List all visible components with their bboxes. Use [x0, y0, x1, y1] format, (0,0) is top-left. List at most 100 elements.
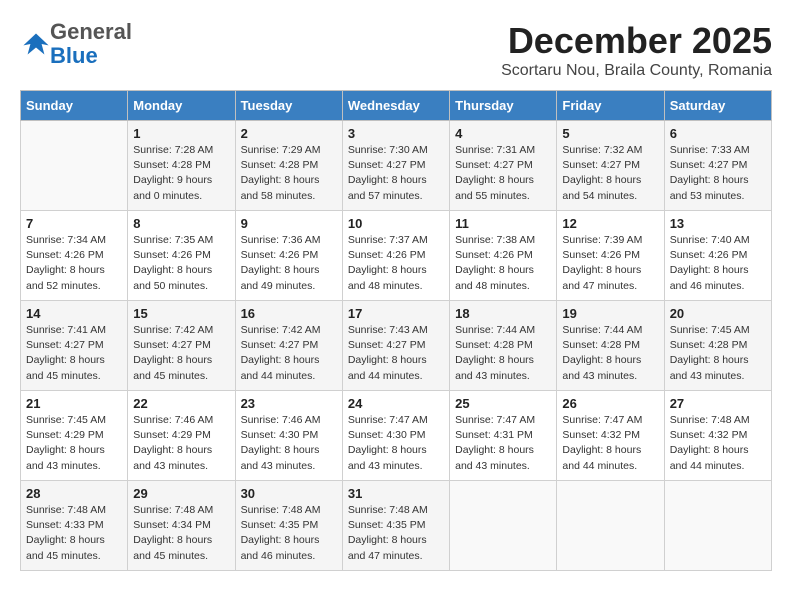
day-info: Sunrise: 7:39 AMSunset: 4:26 PMDaylight:…: [562, 233, 658, 294]
calendar-table: SundayMondayTuesdayWednesdayThursdayFrid…: [20, 90, 772, 571]
day-info: Sunrise: 7:45 AMSunset: 4:29 PMDaylight:…: [26, 413, 122, 474]
calendar-cell: [557, 481, 664, 571]
day-info: Sunrise: 7:48 AMSunset: 4:32 PMDaylight:…: [670, 413, 766, 474]
day-info: Sunrise: 7:47 AMSunset: 4:32 PMDaylight:…: [562, 413, 658, 474]
calendar-cell: 29Sunrise: 7:48 AMSunset: 4:34 PMDayligh…: [128, 481, 235, 571]
day-number: 9: [241, 216, 337, 231]
day-number: 4: [455, 126, 551, 141]
week-row-4: 21 Sunrise: 7:45 AMSunset: 4:29 PMDayligh…: [21, 391, 772, 481]
calendar-cell: 8 Sunrise: 7:35 AMSunset: 4:26 PMDaylight…: [128, 211, 235, 301]
week-row-1: 1 Sunrise: 7:28 AMSunset: 4:28 PMDaylight…: [21, 121, 772, 211]
weekday-header-monday: Monday: [128, 91, 235, 121]
logo-general-text: General: [50, 19, 132, 44]
day-number: 27: [670, 396, 766, 411]
day-info: Sunrise: 7:47 AMSunset: 4:31 PMDaylight:…: [455, 413, 551, 474]
week-row-5: 28Sunrise: 7:48 AMSunset: 4:33 PMDayligh…: [21, 481, 772, 571]
day-info: Sunrise: 7:35 AMSunset: 4:26 PMDaylight:…: [133, 233, 229, 294]
calendar-cell: 14 Sunrise: 7:41 AMSunset: 4:27 PMDayligh…: [21, 301, 128, 391]
day-number: 16: [241, 306, 337, 321]
calendar-cell: 12 Sunrise: 7:39 AMSunset: 4:26 PMDayligh…: [557, 211, 664, 301]
logo-bird-icon: [22, 30, 50, 58]
day-info: Sunrise: 7:44 AMSunset: 4:28 PMDaylight:…: [562, 323, 658, 384]
calendar-cell: 28Sunrise: 7:48 AMSunset: 4:33 PMDayligh…: [21, 481, 128, 571]
day-number: 18: [455, 306, 551, 321]
day-info: Sunrise: 7:36 AMSunset: 4:26 PMDaylight:…: [241, 233, 337, 294]
day-number: 3: [348, 126, 444, 141]
day-info: Sunrise: 7:47 AMSunset: 4:30 PMDaylight:…: [348, 413, 444, 474]
location-title: Scortaru Nou, Braila County, Romania: [501, 62, 772, 80]
day-info: Sunrise: 7:43 AMSunset: 4:27 PMDaylight:…: [348, 323, 444, 384]
day-info: Sunrise: 7:48 AMSunset: 4:35 PMDaylight:…: [348, 503, 444, 564]
day-number: 30: [241, 486, 337, 501]
page-header: General Blue December 2025 Scortaru Nou,…: [20, 20, 772, 80]
day-info: Sunrise: 7:34 AMSunset: 4:26 PMDaylight:…: [26, 233, 122, 294]
calendar-cell: 23 Sunrise: 7:46 AMSunset: 4:30 PMDayligh…: [235, 391, 342, 481]
day-info: Sunrise: 7:29 AMSunset: 4:28 PMDaylight:…: [241, 143, 337, 204]
weekday-header-saturday: Saturday: [664, 91, 771, 121]
calendar-cell: 26 Sunrise: 7:47 AMSunset: 4:32 PMDayligh…: [557, 391, 664, 481]
day-info: Sunrise: 7:41 AMSunset: 4:27 PMDaylight:…: [26, 323, 122, 384]
weekday-header-row: SundayMondayTuesdayWednesdayThursdayFrid…: [21, 91, 772, 121]
day-info: Sunrise: 7:40 AMSunset: 4:26 PMDaylight:…: [670, 233, 766, 294]
day-number: 10: [348, 216, 444, 231]
day-info: Sunrise: 7:31 AMSunset: 4:27 PMDaylight:…: [455, 143, 551, 204]
title-block: December 2025 Scortaru Nou, Braila Count…: [501, 20, 772, 80]
day-number: 24: [348, 396, 444, 411]
day-number: 28: [26, 486, 122, 501]
day-number: 8: [133, 216, 229, 231]
day-number: 2: [241, 126, 337, 141]
day-info: Sunrise: 7:33 AMSunset: 4:27 PMDaylight:…: [670, 143, 766, 204]
calendar-cell: 21 Sunrise: 7:45 AMSunset: 4:29 PMDayligh…: [21, 391, 128, 481]
day-number: 7: [26, 216, 122, 231]
calendar-cell: 5Sunrise: 7:32 AMSunset: 4:27 PMDaylight…: [557, 121, 664, 211]
calendar-cell: 10 Sunrise: 7:37 AMSunset: 4:26 PMDayligh…: [342, 211, 449, 301]
calendar-cell: 30 Sunrise: 7:48 AMSunset: 4:35 PMDayligh…: [235, 481, 342, 571]
day-number: 12: [562, 216, 658, 231]
day-info: Sunrise: 7:38 AMSunset: 4:26 PMDaylight:…: [455, 233, 551, 294]
week-row-3: 14 Sunrise: 7:41 AMSunset: 4:27 PMDayligh…: [21, 301, 772, 391]
weekday-header-tuesday: Tuesday: [235, 91, 342, 121]
logo-blue-text: Blue: [50, 43, 98, 68]
calendar-cell: 4 Sunrise: 7:31 AMSunset: 4:27 PMDaylight…: [450, 121, 557, 211]
calendar-cell: [664, 481, 771, 571]
calendar-cell: 11Sunrise: 7:38 AMSunset: 4:26 PMDayligh…: [450, 211, 557, 301]
calendar-cell: 31 Sunrise: 7:48 AMSunset: 4:35 PMDayligh…: [342, 481, 449, 571]
calendar-cell: 25 Sunrise: 7:47 AMSunset: 4:31 PMDayligh…: [450, 391, 557, 481]
month-title: December 2025: [501, 20, 772, 62]
day-info: Sunrise: 7:44 AMSunset: 4:28 PMDaylight:…: [455, 323, 551, 384]
day-number: 25: [455, 396, 551, 411]
calendar-cell: 3 Sunrise: 7:30 AMSunset: 4:27 PMDaylight…: [342, 121, 449, 211]
calendar-cell: 13Sunrise: 7:40 AMSunset: 4:26 PMDayligh…: [664, 211, 771, 301]
day-number: 29: [133, 486, 229, 501]
day-info: Sunrise: 7:28 AMSunset: 4:28 PMDaylight:…: [133, 143, 229, 204]
day-number: 26: [562, 396, 658, 411]
calendar-cell: 9 Sunrise: 7:36 AMSunset: 4:26 PMDaylight…: [235, 211, 342, 301]
calendar-cell: 2 Sunrise: 7:29 AMSunset: 4:28 PMDaylight…: [235, 121, 342, 211]
calendar-cell: [450, 481, 557, 571]
day-number: 15: [133, 306, 229, 321]
calendar-cell: [21, 121, 128, 211]
day-number: 1: [133, 126, 229, 141]
calendar-cell: 27 Sunrise: 7:48 AMSunset: 4:32 PMDayligh…: [664, 391, 771, 481]
day-info: Sunrise: 7:42 AMSunset: 4:27 PMDaylight:…: [133, 323, 229, 384]
calendar-cell: 15 Sunrise: 7:42 AMSunset: 4:27 PMDayligh…: [128, 301, 235, 391]
day-number: 22: [133, 396, 229, 411]
day-number: 17: [348, 306, 444, 321]
day-info: Sunrise: 7:45 AMSunset: 4:28 PMDaylight:…: [670, 323, 766, 384]
day-number: 23: [241, 396, 337, 411]
day-number: 6: [670, 126, 766, 141]
day-info: Sunrise: 7:46 AMSunset: 4:29 PMDaylight:…: [133, 413, 229, 474]
logo: General Blue: [20, 20, 132, 68]
calendar-cell: 20Sunrise: 7:45 AMSunset: 4:28 PMDayligh…: [664, 301, 771, 391]
day-number: 31: [348, 486, 444, 501]
day-info: Sunrise: 7:37 AMSunset: 4:26 PMDaylight:…: [348, 233, 444, 294]
day-number: 21: [26, 396, 122, 411]
calendar-cell: 7 Sunrise: 7:34 AMSunset: 4:26 PMDaylight…: [21, 211, 128, 301]
day-number: 14: [26, 306, 122, 321]
day-info: Sunrise: 7:48 AMSunset: 4:35 PMDaylight:…: [241, 503, 337, 564]
week-row-2: 7 Sunrise: 7:34 AMSunset: 4:26 PMDaylight…: [21, 211, 772, 301]
day-info: Sunrise: 7:30 AMSunset: 4:27 PMDaylight:…: [348, 143, 444, 204]
calendar-cell: 19Sunrise: 7:44 AMSunset: 4:28 PMDayligh…: [557, 301, 664, 391]
day-info: Sunrise: 7:46 AMSunset: 4:30 PMDaylight:…: [241, 413, 337, 474]
day-info: Sunrise: 7:32 AMSunset: 4:27 PMDaylight:…: [562, 143, 658, 204]
